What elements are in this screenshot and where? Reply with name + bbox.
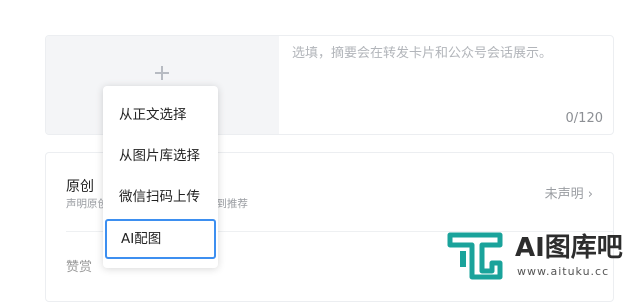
reward-label[interactable]: 赞赏 (66, 256, 92, 275)
watermark: AI图库吧 www.aituku.cc (446, 227, 640, 288)
watermark-brand: AI图库吧 (515, 233, 623, 263)
menu-item-wechat-scan-upload[interactable]: 微信扫码上传 (103, 177, 218, 217)
watermark-url: www.aituku.cc (517, 265, 610, 278)
menu-item-from-library[interactable]: 从图片库选择 (103, 136, 218, 176)
menu-item-from-article[interactable]: 从正文选择 (103, 95, 218, 135)
plus-icon[interactable] (155, 66, 169, 80)
aituku-logo-icon (447, 232, 503, 280)
menu-item-ai-image[interactable]: AI配图 (105, 219, 216, 259)
original-title: 原创 (66, 179, 94, 195)
summary-input[interactable] (292, 46, 592, 61)
cover-source-menu: 从正文选择 从图片库选择 微信扫码上传 AI配图 (103, 86, 218, 268)
original-status-link[interactable]: 未声明 › (545, 183, 593, 202)
summary-char-count: 0/120 (565, 111, 603, 126)
